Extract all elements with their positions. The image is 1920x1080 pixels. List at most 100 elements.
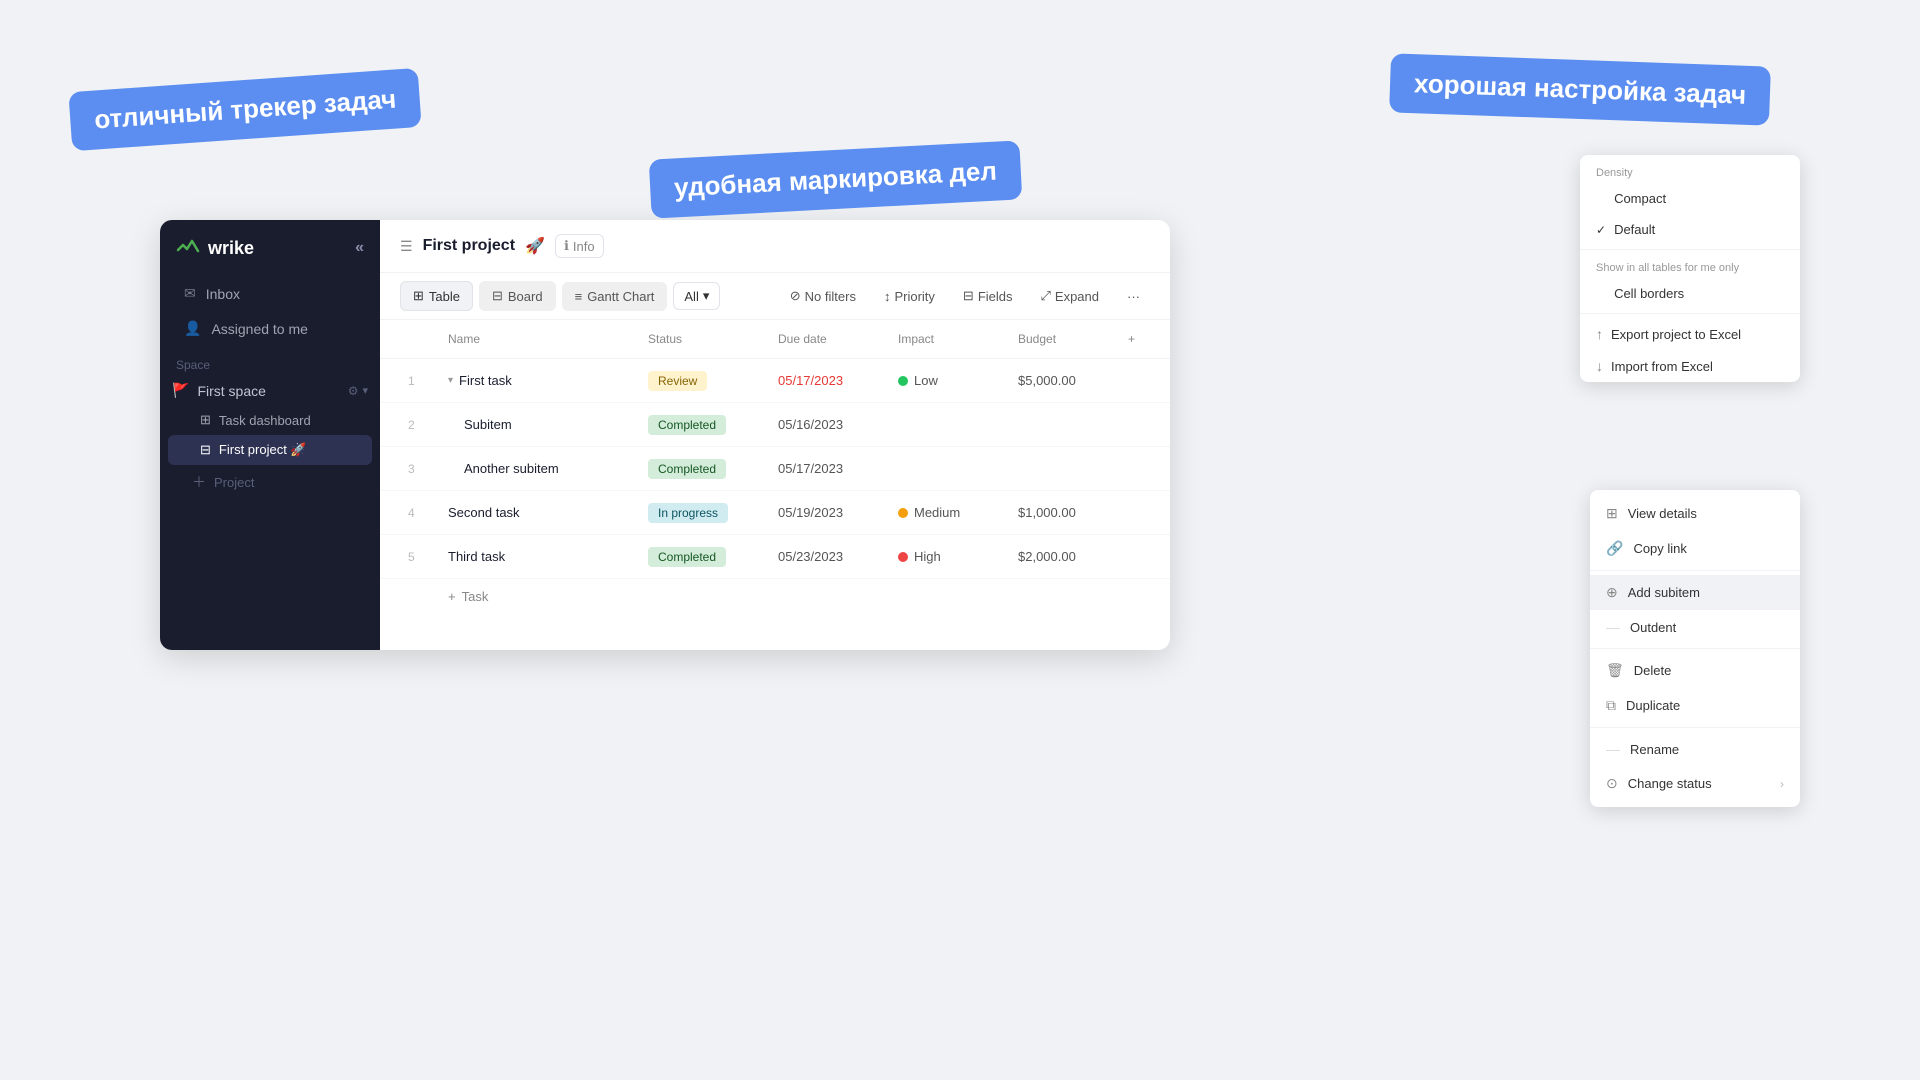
wrike-logo-icon: [176, 236, 200, 260]
impact-dot-red: [898, 552, 908, 562]
table-row[interactable]: 5 Third task Completed 05/23/2023 High $…: [380, 535, 1170, 579]
export-excel-item[interactable]: ↑ Export project to Excel: [1580, 318, 1800, 350]
tab-table-label: Table: [429, 289, 460, 304]
compact-label: Compact: [1614, 191, 1666, 206]
sidebar: wrike « ✉ Inbox 👤 Assigned to me Space 🚩…: [160, 220, 380, 650]
project-rocket-icon: 🚀: [525, 236, 545, 256]
table-icon: ⊞: [413, 288, 424, 304]
import-excel-item[interactable]: ↓ Import from Excel: [1580, 350, 1800, 382]
bubble-left: отличный трекер задач: [68, 68, 422, 151]
add-subitem-icon: ⊕: [1606, 584, 1618, 601]
tab-gantt[interactable]: ≡ Gantt Chart: [562, 282, 668, 311]
sidebar-item-inbox[interactable]: ✉ Inbox: [168, 276, 372, 311]
row-3-status: Completed: [640, 455, 770, 483]
main-content: ☰ First project 🚀 ℹ Info ⊞ Table ⊟ Board…: [380, 220, 1170, 650]
priority-label: Priority: [894, 289, 934, 304]
more-button[interactable]: ···: [1117, 284, 1150, 309]
sidebar-item-first-project[interactable]: ⊟ First project 🚀: [168, 435, 372, 465]
row-5-impact: High: [890, 545, 1010, 568]
view-details-icon: ⊞: [1606, 505, 1618, 522]
col-budget: Budget: [1010, 328, 1120, 350]
export-icon: ↑: [1596, 326, 1603, 342]
assigned-icon: 👤: [184, 320, 201, 337]
sidebar-item-task-dashboard[interactable]: ⊞ Task dashboard: [168, 405, 372, 435]
col-impact: Impact: [890, 328, 1010, 350]
density-compact[interactable]: ✓ Compact: [1580, 183, 1800, 214]
task-table: Name Status Due date Impact Budget + 1 ▾…: [380, 320, 1170, 650]
row-3-impact: [890, 465, 1010, 473]
view-details-label: View details: [1628, 506, 1697, 521]
col-num: [400, 328, 440, 350]
space-flag-icon: 🚩: [172, 382, 189, 399]
delete-icon: 🗑: [1606, 662, 1624, 679]
row-4-name: Second task: [440, 501, 640, 524]
impact-dot-yellow: [898, 508, 908, 518]
sidebar-add-project[interactable]: ＋ Project: [160, 465, 380, 499]
table-row[interactable]: 1 ▾ First task Review 05/17/2023 Low $5,…: [380, 359, 1170, 403]
row-1-name: ▾ First task: [440, 369, 640, 392]
sidebar-item-assigned[interactable]: 👤 Assigned to me: [168, 311, 372, 346]
table-header: Name Status Due date Impact Budget +: [380, 320, 1170, 359]
export-label: Export project to Excel: [1611, 327, 1741, 342]
first-project-icon: ⊟: [200, 442, 211, 458]
tab-board[interactable]: ⊟ Board: [479, 281, 556, 311]
density-default[interactable]: ✓ Default: [1580, 214, 1800, 245]
tab-board-label: Board: [508, 289, 543, 304]
assigned-label: Assigned to me: [211, 321, 308, 337]
density-section-label: Density: [1580, 155, 1800, 183]
fields-button[interactable]: ⊟ Fields: [953, 283, 1023, 309]
cm-duplicate[interactable]: ⧉ Duplicate: [1590, 688, 1800, 723]
add-project-label: Project: [214, 475, 254, 490]
row-4-status: In progress: [640, 499, 770, 527]
filters-button[interactable]: ⊘ No filters: [780, 283, 866, 309]
project-header: ☰ First project 🚀 ℹ Info: [380, 220, 1170, 273]
cm-view-details[interactable]: ⊞ View details: [1590, 496, 1800, 531]
add-icon: ＋: [192, 472, 206, 492]
priority-button[interactable]: ↕ Priority: [874, 284, 945, 309]
tab-table[interactable]: ⊞ Table: [400, 281, 473, 311]
cm-copy-link[interactable]: 🔗 Copy link: [1590, 531, 1800, 566]
cm-rename[interactable]: — Rename: [1590, 732, 1800, 766]
table-row[interactable]: 4 Second task In progress 05/19/2023 Med…: [380, 491, 1170, 535]
space-gear-icon[interactable]: ⚙: [348, 384, 359, 398]
row-3-name: Another subitem: [440, 457, 640, 480]
add-task-row[interactable]: + Task: [380, 579, 1170, 614]
space-chevron-icon: ▾: [362, 384, 368, 397]
add-task-label: Task: [462, 589, 489, 604]
space-section-label: Space: [160, 346, 380, 376]
row-4-num: 4: [400, 502, 440, 524]
inbox-label: Inbox: [206, 286, 240, 302]
row-4-impact: Medium: [890, 501, 1010, 524]
collapse-button[interactable]: «: [355, 239, 364, 257]
table-row[interactable]: 2 Subitem Completed 05/16/2023: [380, 403, 1170, 447]
table-row[interactable]: 3 Another subitem Completed 05/17/2023: [380, 447, 1170, 491]
expand-arrow-icon[interactable]: ▾: [448, 375, 453, 386]
bubble-center: удобная маркировка дел: [649, 140, 1023, 218]
row-1-budget: $5,000.00: [1010, 369, 1120, 392]
cm-divider-2: [1590, 648, 1800, 649]
cm-outdent[interactable]: — Outdent: [1590, 610, 1800, 644]
task-dashboard-icon: ⊞: [200, 412, 211, 428]
app-window: wrike « ✉ Inbox 👤 Assigned to me Space 🚩…: [160, 220, 1170, 650]
toolbar-right: ⊘ No filters ↕ Priority ⊟ Fields ⤢ Expan…: [780, 283, 1150, 309]
cm-change-status[interactable]: ⊙ Change status ›: [1590, 766, 1800, 801]
col-add[interactable]: +: [1120, 328, 1150, 350]
show-in-tables-label: Show in all tables for me only: [1580, 254, 1800, 278]
expand-button[interactable]: ⤢ Expand: [1031, 283, 1110, 309]
impact-dot-green: [898, 376, 908, 386]
cm-divider-3: [1590, 727, 1800, 728]
filters-label: No filters: [805, 289, 856, 304]
dd-divider-1: [1580, 249, 1800, 250]
toolbar: ⊞ Table ⊟ Board ≡ Gantt Chart All ▾ ⊘ No…: [380, 273, 1170, 320]
row-2-budget: [1010, 421, 1120, 429]
cell-borders-item[interactable]: ✓ Cell borders: [1580, 278, 1800, 309]
cm-delete[interactable]: 🗑 Delete: [1590, 653, 1800, 688]
all-dropdown[interactable]: All ▾: [673, 282, 720, 310]
sidebar-space-row[interactable]: 🚩 First space ⚙ ▾: [164, 376, 376, 405]
row-1-status: Review: [640, 367, 770, 395]
info-button[interactable]: ℹ Info: [555, 234, 604, 258]
fields-label: Fields: [978, 289, 1013, 304]
cm-add-subitem[interactable]: ⊕ Add subitem: [1590, 575, 1800, 610]
change-status-icon: ⊙: [1606, 775, 1618, 792]
row-1-impact: Low: [890, 369, 1010, 392]
